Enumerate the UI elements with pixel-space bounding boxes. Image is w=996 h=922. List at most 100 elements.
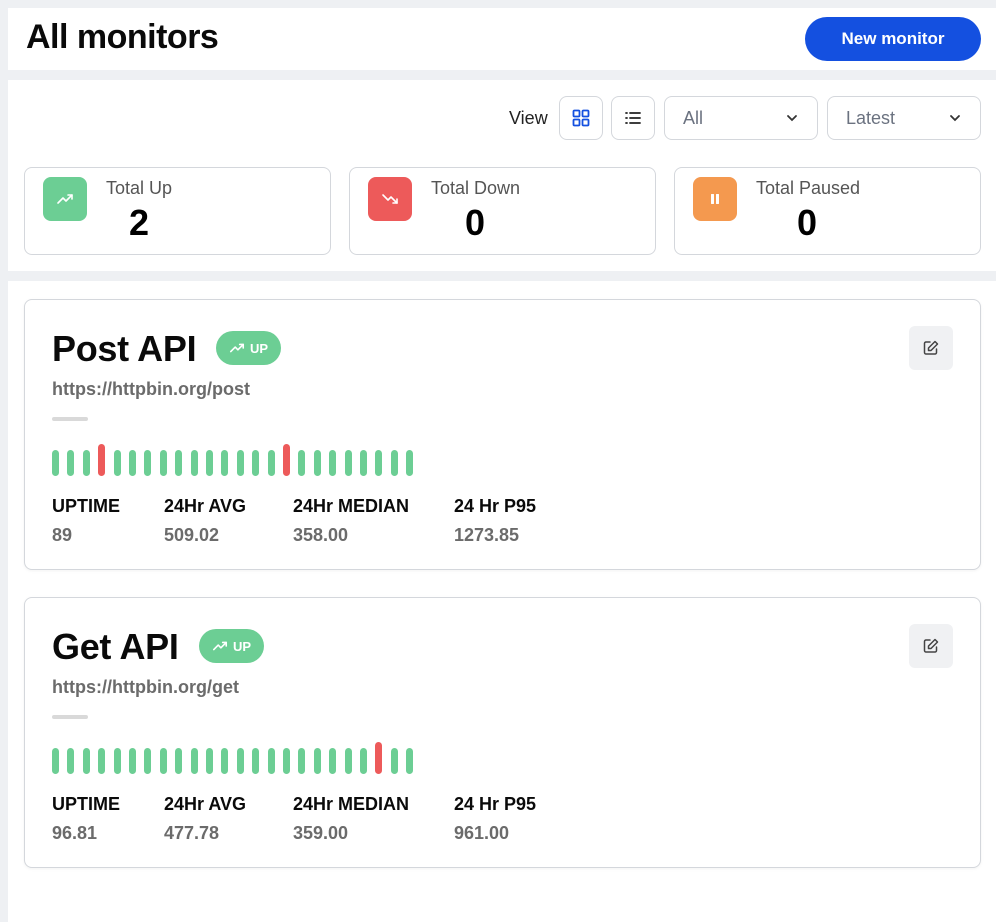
- check-bar-up[interactable]: [345, 450, 352, 476]
- check-bar-up[interactable]: [160, 748, 167, 774]
- summary-panel: View All Latest Total Up 2 Total Down 0 …: [8, 80, 996, 271]
- metric-value: 89: [52, 525, 73, 545]
- check-bar-up[interactable]: [67, 748, 74, 774]
- check-bar-up[interactable]: [144, 748, 151, 774]
- sort-filter-select[interactable]: Latest: [827, 96, 981, 140]
- stat-label: Total Paused: [756, 178, 861, 198]
- check-bar-up[interactable]: [160, 450, 167, 476]
- monitor-card-post-api[interactable]: Post API UP https://httpbin.org/post UPT…: [24, 299, 981, 570]
- check-bar-up[interactable]: [329, 748, 336, 774]
- check-bar-up[interactable]: [360, 450, 367, 476]
- trending-down-icon: [368, 177, 412, 221]
- stat-label: Total Down: [431, 178, 521, 198]
- metric-value: 961.00: [454, 823, 510, 843]
- check-bar-up[interactable]: [375, 450, 382, 476]
- check-bar-up[interactable]: [237, 450, 244, 476]
- check-bar-up[interactable]: [221, 450, 228, 476]
- metric-value: 96.81: [52, 823, 98, 843]
- check-bar-up[interactable]: [191, 450, 198, 476]
- check-bar-up[interactable]: [129, 450, 136, 476]
- check-bar-up[interactable]: [175, 748, 182, 774]
- metric-label: 24 Hr P95: [454, 496, 537, 516]
- check-bar-up[interactable]: [345, 748, 352, 774]
- new-monitor-button[interactable]: New monitor: [805, 17, 981, 61]
- chevron-down-icon: [950, 115, 960, 122]
- check-bar-up[interactable]: [237, 748, 244, 774]
- metric-value: 359.00: [293, 823, 349, 843]
- check-bar-up[interactable]: [98, 748, 105, 774]
- check-bar-up[interactable]: [191, 748, 198, 774]
- status-badge: UP: [216, 331, 282, 365]
- stat-label: Total Up: [106, 178, 173, 198]
- metric-label: UPTIME: [52, 794, 121, 814]
- page-title: All monitors: [26, 18, 219, 56]
- check-bar-down[interactable]: [98, 444, 105, 476]
- divider: [52, 417, 88, 421]
- check-bar-up[interactable]: [206, 748, 213, 774]
- check-bar-up[interactable]: [314, 450, 321, 476]
- list-icon: [625, 112, 641, 124]
- check-bar-down[interactable]: [283, 444, 290, 476]
- check-bar-up[interactable]: [144, 450, 151, 476]
- edit-button[interactable]: [909, 326, 953, 370]
- status-filter-value: All: [683, 107, 704, 128]
- status-badge-label: UP: [250, 340, 269, 356]
- check-bar-up[interactable]: [391, 450, 398, 476]
- page-header: All monitors New monitor: [8, 8, 996, 70]
- check-bar-up[interactable]: [268, 450, 275, 476]
- check-bar-up[interactable]: [406, 748, 413, 774]
- trending-up-icon: [229, 343, 245, 353]
- check-bar-up[interactable]: [114, 748, 121, 774]
- monitor-card-get-api[interactable]: Get API UP https://httpbin.org/get UPTIM…: [24, 597, 981, 868]
- metric-value: 509.02: [164, 525, 220, 545]
- metric-value: 358.00: [293, 525, 349, 545]
- metric-value: 1273.85: [454, 525, 520, 545]
- status-badge: UP: [199, 629, 265, 663]
- metric-label: 24Hr MEDIAN: [293, 794, 410, 814]
- check-bar-up[interactable]: [175, 450, 182, 476]
- check-bar-up[interactable]: [114, 450, 121, 476]
- check-bar-up[interactable]: [83, 450, 90, 476]
- check-bar-up[interactable]: [129, 748, 136, 774]
- check-bar-up[interactable]: [252, 450, 259, 476]
- grid-view-button[interactable]: [559, 96, 603, 140]
- list-view-button[interactable]: [611, 96, 655, 140]
- check-bar-up[interactable]: [283, 748, 290, 774]
- check-bar-up[interactable]: [360, 748, 367, 774]
- check-bar-up[interactable]: [329, 450, 336, 476]
- metric-label: 24Hr MEDIAN: [293, 496, 410, 516]
- check-bar-up[interactable]: [52, 450, 59, 476]
- check-bar-up[interactable]: [391, 748, 398, 774]
- metric-value: 477.78: [164, 823, 220, 843]
- check-bar-up[interactable]: [298, 748, 305, 774]
- check-bar-up[interactable]: [314, 748, 321, 774]
- status-filter-select[interactable]: All: [664, 96, 818, 140]
- check-bar-up[interactable]: [52, 748, 59, 774]
- check-bar-up[interactable]: [221, 748, 228, 774]
- sort-filter-value: Latest: [846, 107, 896, 128]
- check-bar-up[interactable]: [67, 450, 74, 476]
- metric-label: UPTIME: [52, 496, 121, 516]
- edit-button[interactable]: [909, 624, 953, 668]
- monitor-url: https://httpbin.org/get: [52, 677, 239, 697]
- edit-icon: [923, 638, 939, 653]
- monitor-name: Post API: [52, 328, 197, 369]
- check-bar-up[interactable]: [252, 748, 259, 774]
- chevron-down-icon: [787, 115, 797, 122]
- check-bar-down[interactable]: [375, 742, 382, 774]
- stat-card-total-up: Total Up 2: [24, 167, 331, 255]
- stat-value: 0: [797, 202, 818, 243]
- check-bar-up[interactable]: [83, 748, 90, 774]
- view-label: View: [509, 108, 548, 128]
- metric-label: 24Hr AVG: [164, 794, 247, 814]
- monitor-list: Post API UP https://httpbin.org/post UPT…: [8, 281, 996, 922]
- metric-label: 24Hr AVG: [164, 496, 247, 516]
- check-bar-up[interactable]: [206, 450, 213, 476]
- stat-value: 2: [129, 202, 150, 243]
- check-bar-up[interactable]: [268, 748, 275, 774]
- monitor-name: Get API: [52, 626, 179, 667]
- stat-card-total-paused: Total Paused 0: [674, 167, 981, 255]
- monitor-url: https://httpbin.org/post: [52, 379, 250, 399]
- check-bar-up[interactable]: [406, 450, 413, 476]
- check-bar-up[interactable]: [298, 450, 305, 476]
